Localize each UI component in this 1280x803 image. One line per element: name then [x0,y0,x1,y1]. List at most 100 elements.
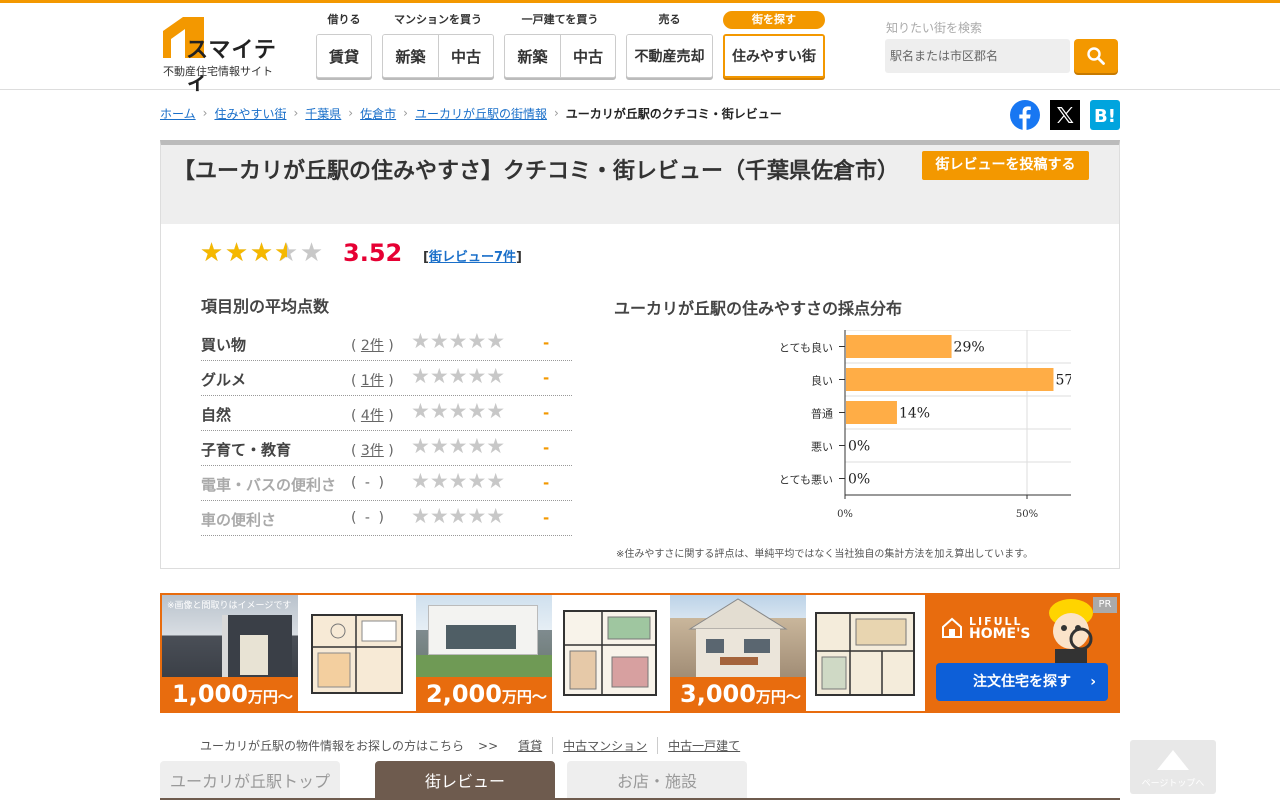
banner-price-2-amount: 2,000 [426,680,502,708]
search-input[interactable] [885,39,1070,73]
breadcrumb-current: ユーカリが丘駅のクチコミ・街レビュー [565,106,782,121]
chevron-right-icon: › [403,106,408,120]
tab-town-reviews[interactable]: 街レビュー [375,761,555,800]
count-open-paren: ( [351,373,357,389]
breadcrumb-city[interactable]: 佐倉市 [360,105,396,122]
category-count-link[interactable]: 4件 [361,408,384,424]
category-label: とても悪い [779,474,833,487]
category-score: - [543,509,550,527]
property-link-used-house[interactable]: 中古一戸建て [657,737,750,754]
category-review-count: ( - ) [351,475,397,491]
title-band: 【ユーカリが丘駅の住みやすさ】クチコミ・街レビュー（千葉県佐倉市） 街レビューを… [161,145,1119,224]
tab-station-top[interactable]: ユーカリが丘駅トップ [160,761,340,800]
review-summary-panel: 【ユーカリが丘駅の住みやすさ】クチコミ・街レビュー（千葉県佐倉市） 街レビューを… [160,140,1120,569]
mascot-icon [1049,599,1093,665]
count-close-paren: ) [378,510,384,526]
count-close-paren: ) [388,443,394,459]
review-count-link[interactable]: 街レビュー7件 [429,250,516,265]
property-link-used-mansion[interactable]: 中古マンション [552,737,657,754]
banner-price-1-unit: 万円〜 [247,688,293,706]
breadcrumb-station-info[interactable]: ユーカリが丘駅の街情報 [415,105,547,122]
brand-line-2: HOME'S [969,626,1031,642]
home-icon [942,617,962,638]
property-search-lead: ユーカリが丘駅の物件情報をお探しの方はこちら [200,739,465,753]
x-icon[interactable] [1050,100,1080,130]
banner-floorplan-3 [806,595,925,711]
category-name: 子育て・教育 [201,441,292,459]
nav-house-new-button[interactable]: 新築 [505,35,560,77]
category-count-value: - [364,475,370,491]
category-score-row: グルメ ( 1件 ) ★★★★★ - [201,361,572,396]
review-count-close-bracket: ] [516,250,522,265]
rating-star-icon: ★ ★ [224,238,249,268]
category-review-count: ( 4件 ) [351,405,397,425]
hatena-bookmark-icon[interactable]: B! [1090,100,1120,130]
chevron-right-icon: › [348,106,354,120]
category-name: 自然 [201,406,232,424]
property-link-rent[interactable]: 賃貸 [508,737,552,754]
category-count-link[interactable]: 1件 [361,373,384,389]
count-open-paren: ( [351,510,357,526]
page-top-label: ページトップへ [1141,779,1205,789]
category-label: 普通 [811,407,833,421]
count-open-paren: ( [351,443,357,459]
banner-price-3-amount: 3,000 [680,680,756,708]
banner-floorplan-1 [298,595,416,711]
page-top-button[interactable]: ページトップへ [1130,740,1216,794]
distribution-bar [846,401,897,424]
page-title: 【ユーカリが丘駅の住みやすさ】クチコミ・街レビュー（千葉県佐倉市） [173,159,900,184]
post-review-button[interactable]: 街レビューを投稿する [922,151,1089,180]
search-label: 知りたい街を検索 [886,21,983,35]
category-score: - [543,334,550,352]
category-name: グルメ [201,371,247,389]
category-score-row: 自然 ( 4件 ) ★★★★★ - [201,396,572,431]
count-open-paren: ( [351,408,357,424]
category-score-row: 車の便利さ ( - ) ★★★★★ - [201,501,572,536]
tab-shops-facilities[interactable]: お店・施設 [567,761,747,800]
nav-sell-label: 売る [658,13,681,26]
banner-house-photo-2: 2,000万円〜 [416,595,552,711]
nav-house-label: 一戸建てを買う [521,13,599,26]
breadcrumb-home[interactable]: ホーム [160,105,196,122]
rating-star-fill: ★ [224,240,249,266]
chevron-right-icon: › [202,106,208,120]
category-label: 悪い [811,441,833,454]
nav-sell-button[interactable]: 不動産売却 [627,35,712,77]
bar-value-label: 0% [848,439,870,455]
count-open-paren: ( [351,338,357,354]
nav-mansion-new-button[interactable]: 新築 [383,35,438,77]
chevron-right-icon: › [1090,674,1096,690]
nav-mansion-used-button[interactable]: 中古 [437,35,493,77]
category-label: とても良い [779,341,833,355]
category-score-row: 買い物 ( 2件 ) ★★★★★ - [201,326,572,361]
rating-star-icon: ★ [299,238,324,268]
category-count-value: - [364,510,370,526]
category-score: - [543,404,550,422]
breadcrumb-livable-towns[interactable]: 住みやすい街 [214,105,286,122]
floorplan-icon [563,610,657,696]
count-close-paren: ) [388,338,394,354]
nav-house-used-button[interactable]: 中古 [559,35,615,77]
facebook-icon[interactable] [1010,100,1040,130]
house-photo-icon [688,598,788,677]
breadcrumb-prefecture[interactable]: 千葉県 [305,105,341,122]
category-count-link[interactable]: 2件 [361,338,384,354]
find-custom-house-button[interactable]: 注文住宅を探す › [936,663,1108,701]
category-score: - [543,369,550,387]
housing-ad-banner[interactable]: ※画像と間取りはイメージです 1,000万円〜 2,000万円〜 3,000万円… [160,593,1120,713]
nav-rent-button[interactable]: 賃貸 [317,35,371,77]
category-review-count: ( - ) [351,510,397,526]
count-close-paren: ) [388,408,394,424]
rating-star-fill: ★ [199,240,224,266]
banner-price-1-amount: 1,000 [172,680,248,708]
chart-note: ※住みやすさに関する評点は、単純平均ではなく当社独自の集計方法を加え算出していま… [616,549,1034,560]
category-star-icons: ★★★★★ [411,504,506,528]
pr-badge: PR [1093,597,1117,613]
search-button[interactable] [1074,39,1118,73]
nav-town-button[interactable]: 住みやすい街 [725,36,823,76]
category-name: 買い物 [201,336,247,354]
search-icon [1087,47,1105,65]
category-count-link[interactable]: 3件 [361,443,384,459]
site-logo[interactable]: スマイティ 不動産住宅情報サイト [163,17,283,95]
site-header: スマイティ 不動産住宅情報サイト 借りる 賃貸 マンションを買う 新築 中古 一… [0,3,1280,95]
